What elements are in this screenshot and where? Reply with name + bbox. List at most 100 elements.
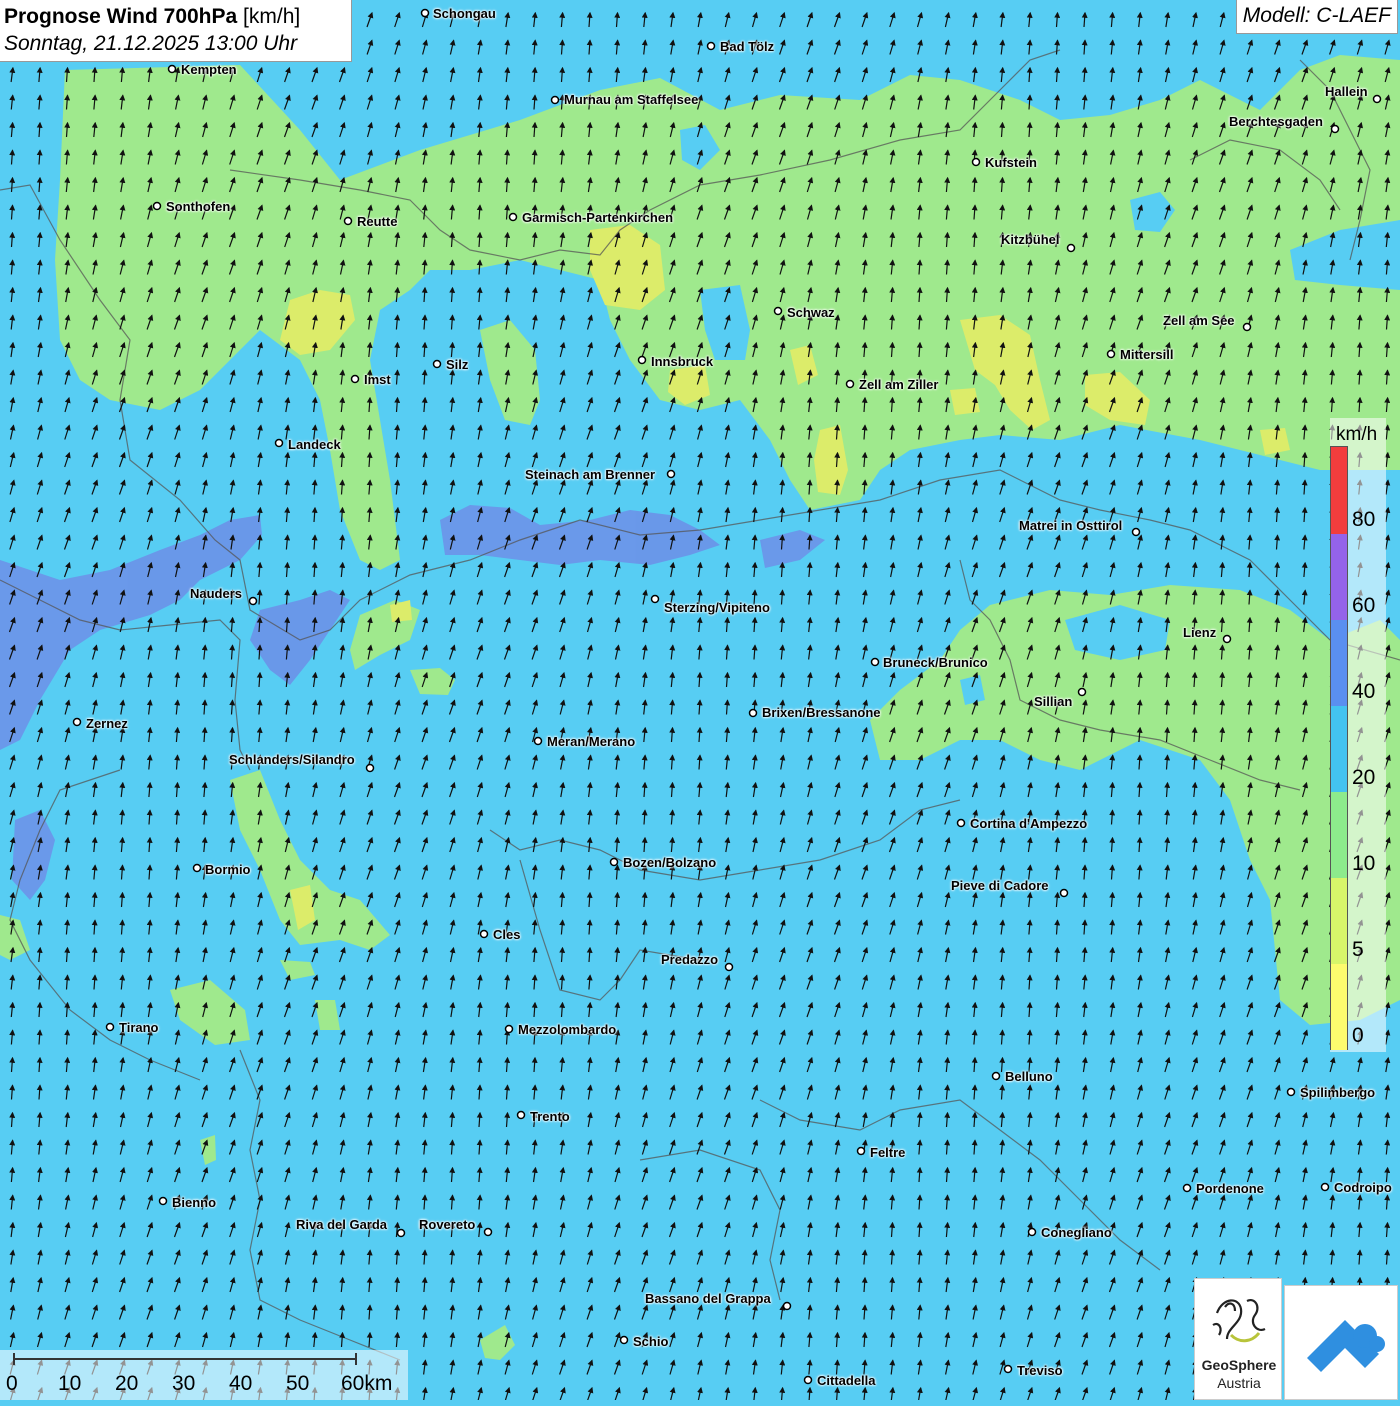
city-dot — [1003, 1364, 1013, 1374]
city-label: Feltre — [870, 1145, 906, 1160]
city-label: Rovereto — [419, 1217, 476, 1232]
weather-app-logo[interactable] — [1284, 1285, 1398, 1400]
city-dot — [971, 157, 981, 167]
scale-bar-line — [13, 1353, 357, 1365]
city-dot — [158, 1196, 168, 1206]
city-label: Tirano — [119, 1020, 159, 1035]
city-dot — [748, 708, 758, 718]
scale-label: 40 — [229, 1372, 253, 1395]
city-label: Bozen/Bolzano — [623, 855, 717, 870]
legend-seg-80-plus — [1331, 447, 1347, 534]
city-dot — [192, 863, 202, 873]
city-label: Bassano del Grappa — [645, 1291, 771, 1306]
map-title-unit: [km/h] — [243, 5, 301, 28]
city-dot — [782, 1301, 792, 1311]
city-dot — [803, 1375, 813, 1385]
geosphere-sub: Austria — [1217, 1375, 1261, 1391]
city-label: Trento — [530, 1109, 570, 1124]
city-label: Matrei in Osttirol — [1019, 518, 1123, 533]
legend-unit: km/h — [1336, 424, 1378, 445]
city-dot — [1066, 243, 1076, 253]
city-label: Cortina d'Ampezzo — [970, 816, 1088, 831]
legend-colorbar — [1330, 446, 1348, 1050]
city-dot — [483, 1227, 493, 1237]
city-label: Bruneck/Brunico — [883, 655, 988, 670]
city-dot — [274, 438, 284, 448]
city-dot — [619, 1335, 629, 1345]
city-dot — [152, 201, 162, 211]
city-dot — [773, 306, 783, 316]
city-dot — [248, 596, 258, 606]
scale-label: 20 — [115, 1372, 139, 1395]
city-label: Schlanders/Silandro — [229, 752, 355, 767]
city-dot — [479, 929, 489, 939]
city-label: Mittersill — [1120, 347, 1174, 362]
city-label: Schongau — [433, 6, 496, 21]
geosphere-logo[interactable]: GeoSphere Austria — [1194, 1278, 1282, 1400]
city-dot — [870, 657, 880, 667]
city-label: Pordenone — [1196, 1181, 1264, 1196]
city-dot — [650, 594, 660, 604]
city-dot — [508, 212, 518, 222]
city-label: Pieve di Cadore — [951, 878, 1049, 893]
city-dot — [1242, 322, 1252, 332]
legend-seg-10-20 — [1331, 792, 1347, 878]
legend-tick: 80 — [1352, 508, 1376, 531]
city-dot — [1059, 888, 1069, 898]
city-label: Landeck — [288, 437, 341, 452]
city-label: Bad Tölz — [720, 39, 775, 54]
city-label: Kempten — [181, 62, 237, 77]
city-dot — [504, 1024, 514, 1034]
scale-label: 50 — [286, 1372, 310, 1395]
city-label: Schwaz — [787, 305, 835, 320]
legend-seg-20-40 — [1331, 706, 1347, 792]
cloud-arrow-icon — [1307, 1320, 1385, 1372]
city-dot — [1106, 349, 1116, 359]
legend-tick: 5 — [1352, 938, 1364, 961]
legend-seg-40-60 — [1331, 620, 1347, 706]
scale-bar: 0 10 20 30 40 50 60km — [0, 1350, 408, 1400]
city-label: Murnau am Staffelsee — [564, 92, 699, 107]
city-dot — [637, 355, 647, 365]
city-label: Bienno — [172, 1195, 217, 1210]
city-label: Berchtesgaden — [1229, 114, 1323, 129]
city-dot — [1286, 1087, 1296, 1097]
legend-seg-0-5 — [1331, 964, 1347, 1050]
geosphere-emblem-icon — [1212, 1299, 1266, 1343]
city-label: Sonthofen — [166, 199, 231, 214]
city-label: Brixen/Bressanone — [762, 705, 881, 720]
city-label: Meran/Merano — [547, 734, 636, 749]
city-label: Sillian — [1034, 694, 1073, 709]
city-label: Hallein — [1325, 84, 1368, 99]
city-label: Predazzo — [661, 952, 719, 967]
legend-tick: 0 — [1352, 1024, 1364, 1047]
city-label: Spilimbergo — [1300, 1085, 1376, 1100]
city-label: Garmisch-Partenkirchen — [522, 210, 674, 225]
legend-tick: 40 — [1352, 680, 1376, 703]
city-dot — [609, 857, 619, 867]
city-dot — [1182, 1183, 1192, 1193]
city-dot — [350, 374, 360, 384]
geosphere-name: GeoSphere — [1201, 1357, 1277, 1373]
city-dot — [1027, 1227, 1037, 1237]
model-label: Modell: C-LAEF — [1235, 0, 1398, 34]
city-label: Treviso — [1017, 1363, 1063, 1378]
city-label: Riva del Garda — [296, 1217, 388, 1232]
city-label: Bormio — [205, 862, 251, 877]
city-dot — [105, 1022, 115, 1032]
city-dot — [420, 8, 430, 18]
map-title: Prognose Wind 700hPa [km/h] — [4, 4, 351, 30]
forecast-datetime: Sonntag, 21.12.2025 13:00 Uhr — [4, 32, 298, 55]
city-dot — [956, 818, 966, 828]
city-label: Cittadella — [817, 1373, 876, 1388]
city-dot — [1131, 527, 1141, 537]
city-label: Zell am See — [1163, 313, 1235, 328]
color-legend: km/h 0 5 10 20 40 60 80 — [1330, 418, 1386, 1052]
legend-seg-5-10 — [1331, 878, 1347, 964]
city-dot — [991, 1071, 1001, 1081]
city-label: Imst — [364, 372, 391, 387]
scale-label: 10 — [58, 1372, 82, 1395]
city-label: Kufstein — [985, 155, 1037, 170]
scale-label: 30 — [172, 1372, 196, 1395]
city-label: Lienz — [1183, 625, 1217, 640]
